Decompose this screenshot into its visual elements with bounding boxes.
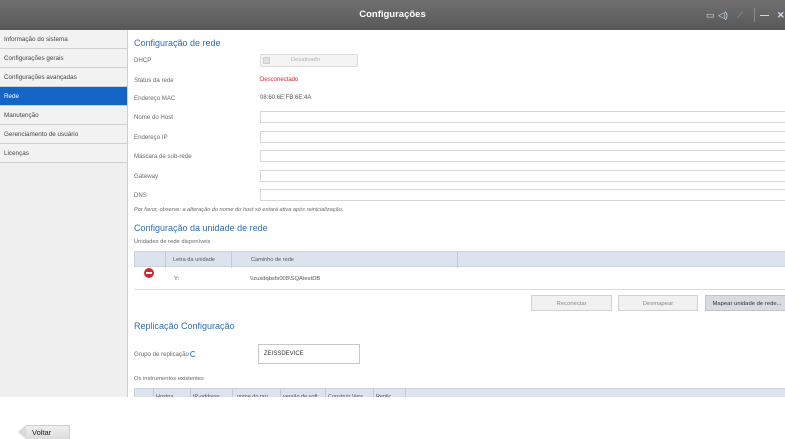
- ip-address-field[interactable]: [260, 131, 785, 143]
- drive-path-cell: \\zusdqbsfs008\SQAtestDB: [250, 276, 321, 282]
- hostname-label: Nome do Host: [134, 114, 173, 121]
- back-button-label: Voltar: [26, 425, 70, 439]
- column-network-path: Caminho de rede: [251, 257, 294, 263]
- network-drives-header: Letra da unidade Caminho de rede: [134, 251, 785, 268]
- settings-sidebar: Informação do sistema Configurações gera…: [0, 30, 128, 397]
- sidebar-item-general-settings[interactable]: Configurações gerais: [0, 49, 127, 68]
- available-drives-label: Unidades de rede disponíveis: [134, 239, 211, 245]
- instruments-table: Hostna... IP-address nome do pro... vers…: [134, 388, 785, 397]
- wrench-icon[interactable]: ⟋: [737, 9, 743, 21]
- sidebar-item-user-management[interactable]: Gerenciamento de usuário: [0, 125, 127, 144]
- ip-address-label: Endereço IP: [134, 134, 168, 141]
- column-divider: [232, 389, 233, 397]
- dhcp-toggle[interactable]: Desativado: [260, 54, 358, 67]
- close-icon[interactable]: ✕: [777, 9, 785, 21]
- mac-address-value: 08:60:6E:FB:6E:4A: [260, 95, 312, 101]
- monitor-icon[interactable]: ▭: [706, 9, 715, 21]
- sidebar-item-maintenance[interactable]: Manutenção: [0, 106, 127, 125]
- back-arrow-icon: [18, 425, 26, 439]
- column-divider: [405, 389, 406, 397]
- network-settings-panel: Configuração de rede DHCP Desativado Sta…: [128, 30, 785, 397]
- table-row[interactable]: Y: \\zusdqbsfs008\SQAtestDB: [134, 268, 785, 290]
- column-hostname[interactable]: Hostna...: [156, 389, 178, 397]
- window-title: Configurações: [359, 9, 426, 20]
- column-divider: [325, 389, 326, 397]
- dns-label: DNS: [134, 192, 147, 199]
- column-divider: [153, 389, 154, 397]
- sidebar-item-advanced-settings[interactable]: Configurações avançadas: [0, 68, 127, 87]
- replication-group-field[interactable]: ZEISSDEVICE: [258, 344, 360, 364]
- minimize-icon[interactable]: —: [760, 9, 769, 21]
- column-divider: [165, 252, 166, 268]
- replication-group-label-wrap: Grupo de replicação: [134, 351, 196, 358]
- column-divider: [373, 389, 374, 397]
- titlebar-divider: [754, 8, 755, 22]
- gateway-label: Gateway: [134, 173, 159, 180]
- column-divider: [190, 389, 191, 397]
- drive-letter-cell: Y:: [174, 276, 180, 282]
- column-divider: [280, 389, 281, 397]
- column-divider: [231, 252, 232, 268]
- back-button[interactable]: Voltar: [18, 425, 70, 439]
- dhcp-toggle-label: Desativado: [291, 57, 321, 63]
- network-drives-table: Letra da unidade Caminho de rede Y: \\zu…: [134, 251, 785, 291]
- title-bar: Configurações ▭ ◁) ⟋ — ✕: [0, 0, 785, 30]
- replication-section-title: Replicação Configuração: [134, 321, 235, 331]
- instruments-header: Hostna... IP-address nome do pro... vers…: [134, 388, 785, 397]
- column-drive-letter: Letra da unidade: [173, 257, 215, 263]
- footer: Voltar: [0, 397, 785, 439]
- mac-address-label: Endereço MAC: [134, 95, 176, 102]
- refresh-icon[interactable]: [189, 351, 196, 357]
- sidebar-item-licenses[interactable]: Licenças: [0, 144, 127, 163]
- replication-group-label: Grupo de replicação: [134, 351, 189, 358]
- existing-instruments-label: Os instrumentos existentes: [134, 376, 204, 382]
- hostname-restart-note: Por favor, observe: a alteração do nome …: [134, 207, 344, 213]
- subnet-mask-label: Máscara de sub-rede: [134, 153, 192, 160]
- hostname-field[interactable]: [260, 111, 785, 123]
- network-section-title: Configuração de rede: [134, 38, 221, 48]
- remove-drive-icon[interactable]: [144, 268, 154, 278]
- column-divider: [457, 252, 458, 268]
- subnet-mask-field[interactable]: [260, 150, 785, 162]
- speaker-icon[interactable]: ◁): [718, 9, 728, 21]
- dhcp-toggle-knob: [263, 57, 270, 64]
- column-ip-address[interactable]: IP-address: [193, 389, 220, 397]
- unmap-button[interactable]: Desmapear: [618, 295, 698, 311]
- gateway-field[interactable]: [260, 170, 785, 182]
- reconnect-button[interactable]: Reconectar: [531, 295, 612, 311]
- network-status-label: Status da rede: [134, 77, 174, 84]
- column-build-version[interactable]: Construir Vers...: [328, 389, 367, 397]
- column-software-version[interactable]: versão de soft...: [283, 389, 322, 397]
- sidebar-item-network[interactable]: Rede: [0, 87, 127, 106]
- column-replication[interactable]: Replic...: [376, 389, 396, 397]
- column-product-name[interactable]: nome do pro...: [237, 389, 272, 397]
- drives-section-title: Configuração da unidade de rede: [134, 223, 268, 233]
- dns-field[interactable]: [260, 189, 785, 201]
- network-status-value: Desconectado: [260, 77, 299, 83]
- map-network-drive-button[interactable]: Mapear unidade de rede...: [705, 295, 785, 311]
- dhcp-label: DHCP: [134, 57, 152, 64]
- sidebar-item-system-info[interactable]: Informação do sistema: [0, 30, 127, 49]
